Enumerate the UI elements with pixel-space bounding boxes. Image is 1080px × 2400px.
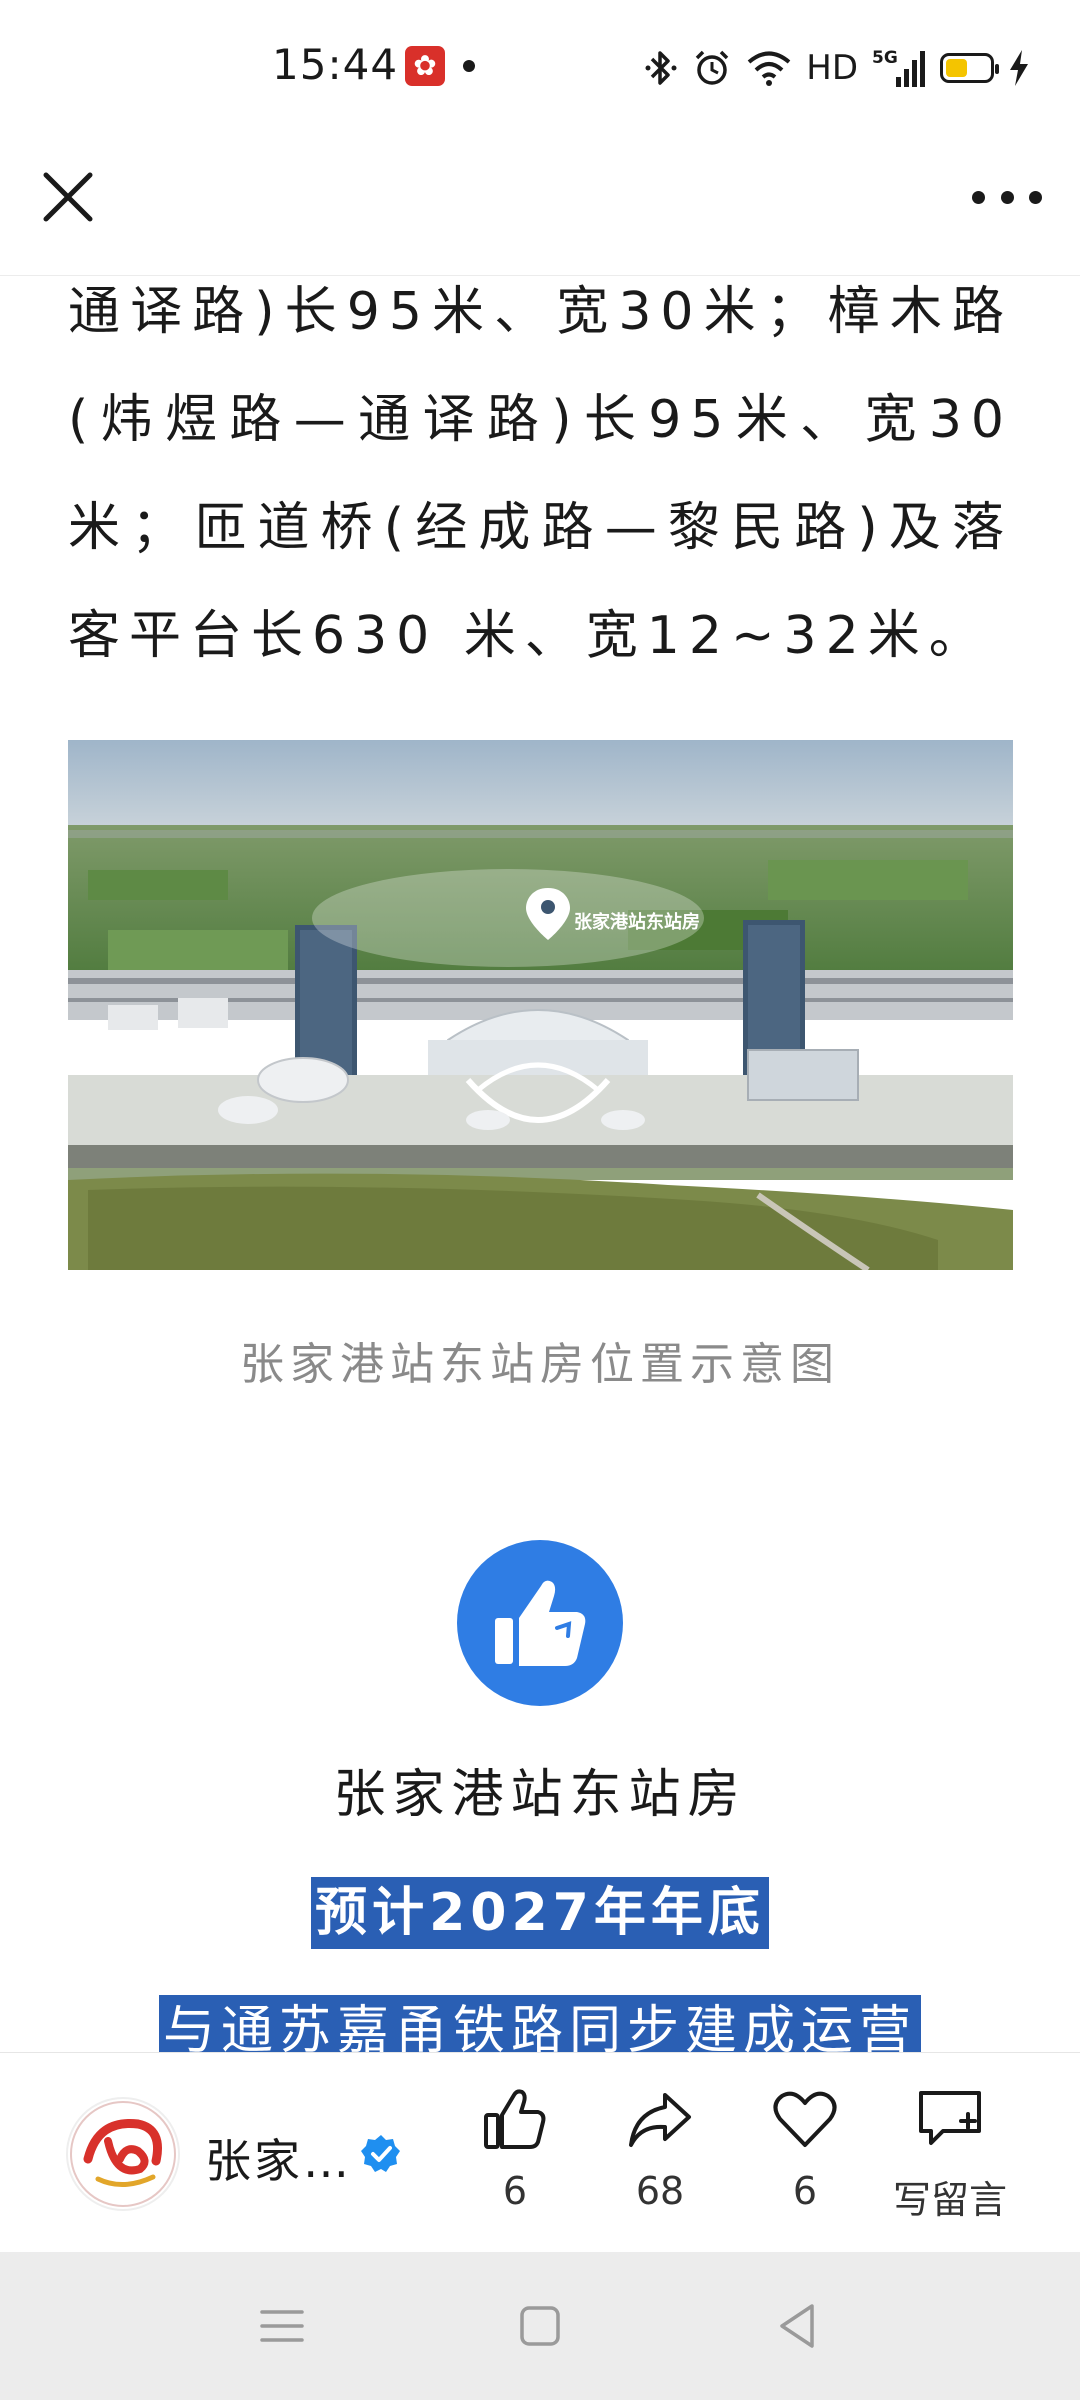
battery-icon <box>940 53 999 83</box>
article-headline: 张家港站东站房 <box>333 1765 747 1825</box>
status-time: 15:44 <box>272 40 399 89</box>
bottom-action-bar: 张家… 6 68 6 写留言 <box>0 2052 1080 2253</box>
like-button[interactable]: 6 <box>450 2087 580 2213</box>
app-notification-icon: ✿ <box>405 46 445 86</box>
verified-badge-icon <box>361 2135 400 2172</box>
station-aerial-image[interactable]: 张家港站东站房 <box>68 740 1013 1270</box>
account-name[interactable]: 张家… <box>205 2125 352 2191</box>
thumbs-up-icon <box>457 1540 623 1706</box>
share-count: 68 <box>635 2169 685 2213</box>
top-nav-bar <box>0 135 1080 276</box>
more-dot <box>1000 190 1014 204</box>
like-icon <box>484 2089 546 2149</box>
write-comment-label: 写留言 <box>892 2178 1007 2222</box>
close-icon[interactable] <box>38 167 98 227</box>
alarm-icon <box>696 50 729 85</box>
more-dot <box>972 190 985 204</box>
account-avatar[interactable] <box>66 2097 180 2211</box>
highlight-text-1: 预计2027年年底 <box>311 1877 769 1949</box>
status-bar: 15:44 ✿ HD 5G <box>0 0 1080 135</box>
account-logo-icon <box>70 2101 176 2207</box>
favorite-count: 6 <box>792 2169 818 2213</box>
share-icon <box>629 2093 691 2147</box>
home-icon[interactable] <box>510 2300 570 2352</box>
write-comment-button[interactable]: 写留言 <box>870 2087 1030 2224</box>
highlight-line-1: 预计2027年年底 <box>0 1870 1080 1949</box>
signal-icon: 5G <box>872 48 925 87</box>
image-location-label: 张家港站东站房 <box>574 911 700 933</box>
share-button[interactable]: 68 <box>595 2087 725 2213</box>
more-icon[interactable] <box>972 175 1042 219</box>
charging-icon <box>1010 50 1028 86</box>
notification-dot <box>463 60 475 72</box>
network-hd-label: HD <box>806 48 858 88</box>
station-aerial-illustration: 张家港站东站房 <box>68 740 1013 1270</box>
heart-icon <box>773 2091 837 2147</box>
menu-icon[interactable] <box>252 2300 312 2352</box>
favorite-button[interactable]: 6 <box>740 2087 870 2213</box>
article-paragraph: 通译路)长95米、宽30米；樟木路(炜煜路—通译路)长95米、宽30米；匝道桥(… <box>68 282 1013 666</box>
wifi-icon <box>747 51 791 86</box>
comment-icon <box>919 2091 981 2145</box>
like-count: 6 <box>502 2169 528 2213</box>
more-dot <box>1029 190 1042 204</box>
bluetooth-icon <box>645 51 677 85</box>
signal-5g-label: 5G <box>872 48 898 68</box>
back-icon[interactable] <box>768 2300 828 2352</box>
image-caption: 张家港站东站房位置示意图 <box>240 1339 840 1390</box>
system-nav-bar <box>0 2252 1080 2400</box>
